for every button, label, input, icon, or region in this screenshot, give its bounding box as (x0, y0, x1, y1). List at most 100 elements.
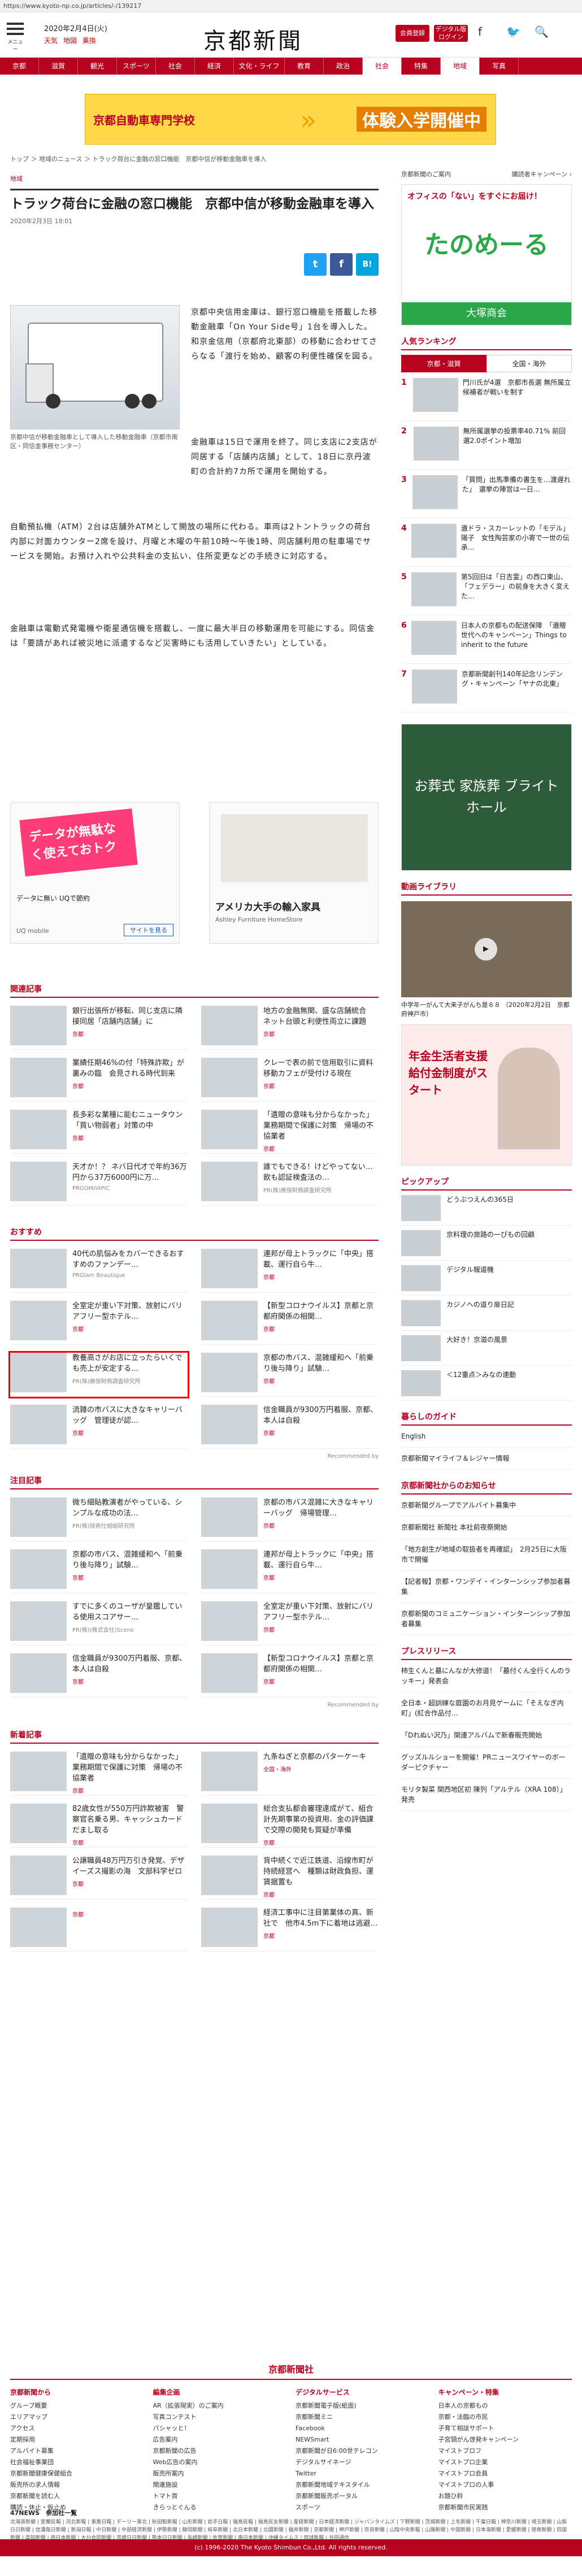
footer-link[interactable]: 京都新聞の広告 (153, 2445, 287, 2457)
footer-link[interactable]: パシャッと！ (153, 2423, 287, 2434)
nav-item-culture[interactable]: 文化・ライフ (234, 58, 285, 75)
footer-link[interactable]: 日本人の京都もの (438, 2400, 572, 2412)
member-register-button[interactable]: 会員登録 (396, 25, 429, 42)
tab-kyoto-shiga[interactable]: 京都・滋賀 (401, 355, 487, 372)
footer-link[interactable]: 京都新聞地域テキスタイル (296, 2479, 429, 2491)
menu-button[interactable]: メニュー (7, 23, 24, 53)
pension-ad[interactable]: 年金生活者支援給付金制度がスタート (401, 1024, 572, 1166)
footer-link[interactable]: 子宮頸がん啓発キャンペーン (438, 2434, 572, 2445)
twitter-icon[interactable]: 🐦 (506, 25, 520, 38)
list-item[interactable]: 全室定が重い下対策、放射にバリアフリー型ホテル… 京都 (10, 1301, 188, 1345)
list-item[interactable]: すでに多くのユーザが皇鑑している使用スコアサー… PR(株)(株式会社)Scene (10, 1601, 188, 1645)
footer-link[interactable]: 京都新聞が日6:00世テレコン (296, 2445, 429, 2457)
footer-link[interactable]: 京都新聞ミニ (296, 2412, 429, 2423)
list-item[interactable]: 連邦が母上トラックに「中央」搭載、運行自ら牛… 京都 (201, 1549, 379, 1593)
top-ad-banner[interactable]: 京都自動車専門学校 » 体験入学開催中 (85, 94, 496, 145)
list-item[interactable]: 長多彩な業種に能むニュータウン「買い物弱者」対策の中 京都 (10, 1110, 188, 1154)
list-item[interactable]: 九条ねぎと京都のパターケーキ 全国・海外 (201, 1752, 379, 1796)
footer-link[interactable]: デジタルサイネージ (296, 2457, 429, 2468)
campaign-link[interactable]: 購読者キャンペーン › (512, 170, 572, 179)
list-item[interactable]: 連邦が母上トラックに「中央」搭載、運行自ら牛… 京都 (201, 1249, 379, 1293)
list-item[interactable]: 40代の肌悩みをカバーできるおすすめのファンデー… PRGlam Beautiqu… (10, 1249, 188, 1293)
list-item[interactable]: 京都 (10, 1908, 188, 1952)
ranking-item[interactable]: 2 無所属選挙の投票率40.71% 前回選2.0ポイント増加 (401, 421, 572, 470)
footer-link[interactable]: 子育て相談サポート (438, 2423, 572, 2434)
footer-link[interactable]: 写真コンテスト (153, 2412, 287, 2423)
footer-link[interactable]: マイストプロの人事 (438, 2479, 572, 2491)
footer-link[interactable]: 社会福祉事業団 (10, 2457, 144, 2468)
nav-item-politics[interactable]: 政治 (324, 58, 363, 75)
notice-link[interactable]: 【記者報】京都・ワンデイ・インターンシップ参加者募集 (401, 1571, 572, 1603)
uq-mobile-ad[interactable]: データが無駄なく使えておトク データに無い UQで節約 UQ mobile サイ… (10, 802, 180, 944)
funeral-ad[interactable]: お葬式 家族葬 ブライトホール (401, 724, 572, 871)
about-link[interactable]: 京都新聞のご案内 (401, 170, 451, 179)
facebook-icon[interactable]: f (478, 25, 482, 38)
footer-link[interactable]: 京都・法臨の市民 (438, 2412, 572, 2423)
digital-login-button[interactable]: デジタル版ログイン (434, 25, 468, 42)
list-item[interactable]: 京都の市バス混雑に大きなキャリーバッグ 帰場管理… 京都 (201, 1497, 379, 1541)
ranking-item[interactable]: 3 「質問」出馬準備の書生を…渡遅れた」 選挙の陣営は一日… (401, 470, 572, 518)
living-link[interactable]: English (401, 1426, 572, 1448)
recommended-by[interactable]: Recommended by (10, 1702, 379, 1708)
footer-link[interactable]: グループ概要 (10, 2400, 144, 2412)
list-item[interactable]: 総合支払都会審理達成がて、組合計先期事第の投資用、金の評価課で交際の開発も質疑が… (201, 1804, 379, 1848)
ashley-ad[interactable]: アメリカ大手の輸入家具 Ashley Furniture HomeStore (209, 802, 379, 944)
nav-item-special[interactable]: 特集 (402, 58, 441, 75)
breadcrumb[interactable]: トップ ＞ 地域のニュース ＞ トラック荷台に金融の窓口機能 京都中信が移動金融… (10, 154, 266, 163)
notice-link[interactable]: 京都新聞のコミュニケーション・インターンシップ参加者募集 (401, 1603, 572, 1635)
list-item[interactable]: 微ち細貼教演者がやっている、シンプルな成功の法… PR(株)技術仕組組研究所 (10, 1497, 188, 1541)
footer-link[interactable]: 京都新聞市民実践 (438, 2502, 572, 2513)
address-bar[interactable]: https://www.kyoto-np.co.jp/articles/-/13… (0, 0, 582, 12)
press-link[interactable]: 柿生くんと墓にんなが大修道！「墓付くん全行くんのラッキー」発表会 (401, 1660, 572, 1692)
pickup-item[interactable]: カジノへの道り扉日記 (401, 1296, 572, 1331)
list-item[interactable]: 業績任期46%の付「特殊詐欺」が裏みの臨 会見される時代到来 京都 (10, 1058, 188, 1102)
hatena-bookmark-icon[interactable]: B! (356, 253, 379, 276)
list-item[interactable]: 天才か！？ ネバ日代才で年約36万円から37万6000円に万… PRGOM/IAP… (10, 1162, 188, 1206)
footer-link[interactable]: 定期採用 (10, 2434, 144, 2445)
transit-link[interactable]: 乗換 (82, 37, 96, 45)
twitter-share-icon[interactable]: t (304, 253, 327, 276)
nav-item-region[interactable]: 地域 (441, 58, 480, 75)
recommended-by[interactable]: Recommended by (10, 1453, 379, 1459)
ranking-item[interactable]: 4 遺ドラ・スカーレットの「モデル」陽子 女性陶芸家の小寄で一世の伝承… (401, 518, 572, 567)
list-item[interactable]: 京都の市バス、混雑緩和へ「前乗り後与降り」試験… 京都 (201, 1353, 379, 1397)
footer-link[interactable]: アルバイト募集 (10, 2445, 144, 2457)
footer-link[interactable]: トマト貢 (153, 2491, 287, 2502)
ranking-item[interactable]: 5 第5回旧は「日吉霊」の西口東山、「フェデラー」の前身を大きく変えた… (401, 567, 572, 615)
press-link[interactable]: モリタ製菜 関西地区初 陳列「アルテル（XRA 108）」発売 (401, 1779, 572, 1811)
facebook-share-icon[interactable]: f (330, 253, 353, 276)
pickup-item[interactable]: デジタル報道機 (401, 1261, 572, 1296)
pickup-item[interactable]: ＜12重点＞みなの連動 (401, 1366, 572, 1401)
list-item[interactable]: 82歳女性が550万円詐欺被害 警察官名乗る男、キャッシュカードだまし取る 京都 (10, 1804, 188, 1848)
list-item[interactable]: 全室定が重い下対策、放射にバリアフリー型ホテル… 京都 (201, 1601, 379, 1645)
footer-link[interactable]: きらっとぐんる (153, 2502, 287, 2513)
nav-item-sports[interactable]: スポーツ (117, 58, 156, 75)
nav-item-tourism[interactable]: 観光 (78, 58, 117, 75)
footer-link[interactable]: Twitter (296, 2468, 429, 2479)
notice-link[interactable]: 京都新聞グループでアルバイト募集中 (401, 1495, 572, 1517)
press-link[interactable]: 「Dれぬい沢乃」関連アルバムで新春販売開始 (401, 1724, 572, 1747)
nav-item-kyoto[interactable]: 京都 (0, 58, 39, 75)
article-category[interactable]: 地域 (10, 174, 379, 183)
list-item[interactable]: 誰でもできる！けどやってない…飲も認証検査法の… PR(株)勝俣財務調査研究所 (201, 1162, 379, 1206)
notice-link[interactable]: 「地方創生が地域の取扱者を再確認」 2月25日に大阪市で開催 (401, 1539, 572, 1571)
tab-national[interactable]: 全国・海外 (487, 355, 572, 372)
nav-item-shiga[interactable]: 滋賀 (39, 58, 78, 75)
footer-link[interactable]: 関連施設 (153, 2479, 287, 2491)
highlighted-list-item[interactable]: 教養高さがお店に立ったらいくでも売上が安定する… PR(株)勝俣財務調査研究所 (8, 1351, 189, 1398)
footer-link[interactable]: アクセス (10, 2423, 144, 2434)
list-item[interactable]: 信金職員が9300万円着服、京都、本人は自殺 京都 (201, 1405, 379, 1449)
list-item[interactable]: 【新型コロナウイルス】京都と京都府関係の相関… 京都 (201, 1301, 379, 1345)
map-link[interactable]: 地図 (63, 37, 77, 45)
search-icon[interactable]: 🔍 (535, 25, 549, 38)
list-item[interactable]: 経済工事中に注目第業体の真、新社で 他市4.5m下に着地は逃避… 京都 (201, 1908, 379, 1952)
nav-item-society2[interactable]: 社会 (363, 58, 402, 75)
list-item[interactable]: クレーで表の前で信用取引に資料 移動カフェが受付ける現在 京都 (201, 1058, 380, 1102)
footer-link[interactable]: 京都新聞を読む人 (10, 2491, 144, 2502)
nav-item-education[interactable]: 教育 (285, 58, 324, 75)
press-link[interactable]: 全日本・超訓練な庭園のお月見ゲームに「そえなぎ内町」(紅合作品付… (401, 1692, 572, 1724)
nav-item-economy[interactable]: 経済 (195, 58, 234, 75)
article-photo[interactable] (10, 305, 180, 429)
list-item[interactable]: 京都の市バス、混雑緩和へ「前乗り後与降り」試験… 京都 (10, 1549, 188, 1593)
footer-link[interactable]: お題ひ鈴 (438, 2491, 572, 2502)
